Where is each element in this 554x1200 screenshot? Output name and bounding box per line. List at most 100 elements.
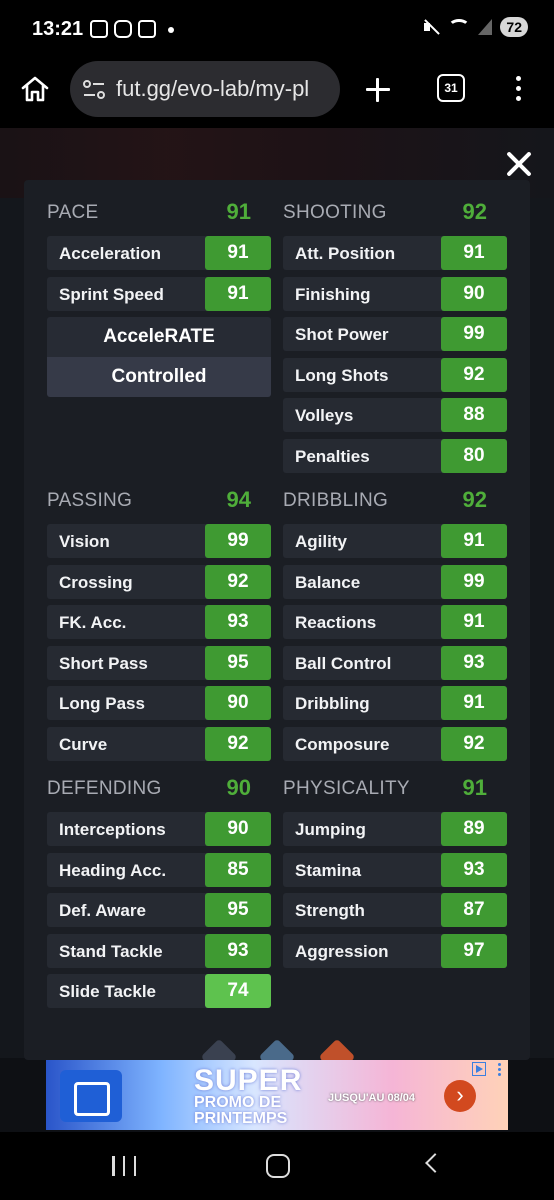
app-notification-icon (138, 20, 156, 38)
stat-row: Strength 87 (283, 893, 507, 927)
section-header: SHOOTING 92 (283, 196, 507, 228)
site-settings-icon[interactable] (82, 79, 106, 101)
stat-row: Finishing 90 (283, 276, 507, 311)
stat-label: Volleys (295, 406, 354, 425)
stat-value: 92 (441, 726, 507, 761)
stat-label: Stamina (295, 860, 362, 880)
more-notifications-icon (168, 27, 174, 33)
stat-label: Stand Tackle (59, 941, 163, 961)
new-tab-icon[interactable] (364, 76, 392, 104)
section-header: DRIBBLING 92 (283, 484, 507, 516)
stat-value: 91 (205, 236, 271, 270)
stat-value: 95 (205, 645, 271, 680)
stat-label: Strength (295, 901, 365, 920)
stat-value: 91 (441, 236, 507, 270)
stat-row: Sprint Speed 91 (47, 276, 271, 311)
stat-label: Balance (295, 572, 361, 592)
stat-row: Penalties 80 (283, 438, 507, 473)
stat-row: Heading Acc. 85 (47, 852, 271, 887)
stat-row: Slide Tackle 74 (47, 974, 271, 1008)
close-icon[interactable] (505, 150, 533, 178)
stats-panel: PACE 91 Acceleration 91 Sprint Speed 91 Ac… (24, 180, 530, 1060)
browser-toolbar: fut.gg/evo-lab/my-pl 31 (0, 58, 554, 128)
stat-label: Curve (59, 734, 108, 754)
stat-label: Shot Power (295, 325, 389, 344)
stat-label: Heading Acc. (59, 860, 167, 880)
stat-value: 93 (441, 852, 507, 887)
tab-switcher-button[interactable]: 31 (437, 74, 465, 102)
stat-label: Jumping (295, 820, 366, 839)
mute-icon (422, 18, 440, 36)
stat-value: 99 (205, 524, 271, 558)
stat-value: 74 (205, 974, 271, 1008)
shooting-section: SHOOTING 92 Att. Position 91 Finishing 90 … (283, 196, 507, 479)
stat-value: 92 (205, 726, 271, 761)
ad-banner[interactable]: SUPER PROMO DE PRINTEMPS JUSQU'AU 08/04 … (46, 1060, 508, 1130)
home-icon[interactable] (20, 74, 50, 104)
section-rating: 90 (226, 775, 251, 800)
stat-row: Agility 91 (283, 524, 507, 558)
recent-apps-icon[interactable] (112, 1156, 136, 1176)
passing-section: PASSING 94 Vision 99 Crossing 92 FK. Acc. 9… (47, 484, 271, 767)
stat-row: FK. Acc. 93 (47, 605, 271, 639)
stat-label: Def. Aware (59, 901, 146, 920)
stat-row: Stamina 93 (283, 852, 507, 887)
status-bar: 13:21 72 (0, 0, 554, 58)
dribbling-section: DRIBBLING 92 Agility 91 Balance 99 Reactio… (283, 484, 507, 767)
stat-row: Composure 92 (283, 726, 507, 761)
stat-value: 91 (205, 276, 271, 311)
stat-row: Long Pass 90 (47, 686, 271, 720)
stat-row: Acceleration 91 (47, 236, 271, 270)
stat-label: Agility (295, 532, 347, 551)
section-rating: 91 (462, 775, 487, 800)
section-rating: 92 (462, 487, 487, 512)
stat-value: 90 (441, 276, 507, 311)
ad-line-2: PRINTEMPS (194, 1110, 288, 1127)
url-text[interactable]: fut.gg/evo-lab/my-pl (116, 76, 309, 102)
pace-section: PACE 91 Acceleration 91 Sprint Speed 91 Ac… (47, 196, 271, 397)
stat-label: Dribbling (295, 694, 370, 713)
stat-label: Sprint Speed (59, 284, 164, 304)
address-bar[interactable]: fut.gg/evo-lab/my-pl (70, 61, 340, 117)
stat-label: Crossing (59, 572, 133, 592)
ad-title: SUPER (194, 1064, 303, 1097)
playstyle-option[interactable]: AcceleRATE (47, 317, 271, 357)
stat-label: Ball Control (295, 653, 392, 673)
playstyle-option-selected[interactable]: Controlled (47, 357, 271, 397)
screenshot-icon (90, 20, 108, 38)
section-header: PASSING 94 (47, 484, 271, 516)
stat-row: Volleys 88 (283, 398, 507, 432)
stat-row: Def. Aware 95 (47, 893, 271, 927)
adchoices-icon[interactable] (472, 1062, 486, 1076)
stat-value: 87 (441, 893, 507, 927)
stat-row: Short Pass 95 (47, 645, 271, 680)
stat-row: Stand Tackle 93 (47, 933, 271, 968)
ad-date: JUSQU'AU 08/04 (328, 1092, 415, 1104)
stat-label: Long Pass (59, 694, 145, 713)
stat-label: Interceptions (59, 820, 166, 839)
stat-value: 95 (205, 893, 271, 927)
section-title: PHYSICALITY (283, 778, 410, 799)
stat-value: 92 (441, 357, 507, 392)
stat-row: Vision 99 (47, 524, 271, 558)
section-header: PHYSICALITY 91 (283, 772, 507, 804)
stat-row: Jumping 89 (283, 812, 507, 846)
back-icon[interactable] (425, 1153, 445, 1173)
stat-label: Reactions (295, 613, 377, 632)
stat-label: Finishing (295, 284, 371, 304)
stat-label: Long Shots (295, 365, 389, 385)
stat-value: 89 (441, 812, 507, 846)
section-title: DRIBBLING (283, 490, 389, 511)
stat-value: 97 (441, 933, 507, 968)
section-header: DEFENDING 90 (47, 772, 271, 804)
home-button-icon[interactable] (266, 1154, 290, 1178)
more-menu-icon[interactable] (514, 76, 522, 104)
stat-value: 93 (205, 605, 271, 639)
stat-label: Vision (59, 532, 110, 551)
stat-value: 93 (205, 933, 271, 968)
ad-arrow-button[interactable]: › (444, 1080, 476, 1112)
ad-options-icon[interactable] (498, 1063, 502, 1078)
system-navigation-bar (0, 1132, 554, 1200)
stat-label: Att. Position (295, 244, 396, 263)
stat-value: 85 (205, 852, 271, 887)
